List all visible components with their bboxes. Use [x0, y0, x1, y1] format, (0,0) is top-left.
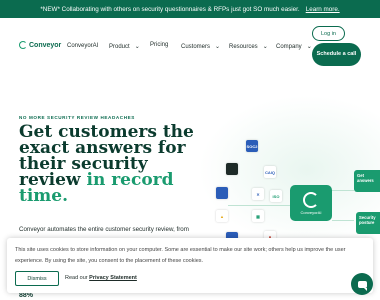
- iso-badge-icon: ISO: [270, 190, 282, 202]
- conveyor-star-icon: [303, 191, 319, 208]
- dismiss-button[interactable]: Dismiss: [15, 271, 59, 286]
- hero-subtext: Conveyor automates the entire customer s…: [19, 226, 189, 233]
- nav-item-company[interactable]: Company ⌄: [276, 43, 312, 51]
- nav-label: Resources: [229, 43, 258, 50]
- tile-label: SOC2: [246, 143, 258, 149]
- tile-label: ISO: [272, 193, 280, 199]
- drive-icon: ▲: [216, 210, 228, 222]
- nav-item-pricing[interactable]: Pricing: [150, 42, 168, 48]
- announcement-banner: *NEW* Collaborating with others on secur…: [0, 0, 380, 18]
- hero-headline: Get customers the exact answers for thei…: [19, 124, 199, 205]
- chevron-down-icon: ⌄: [134, 44, 140, 50]
- tile-label: CAIQ: [265, 169, 275, 175]
- schedule-call-button[interactable]: Schedule a call: [312, 43, 361, 66]
- card-label: Get answers: [357, 173, 374, 184]
- connector-line: [332, 220, 354, 221]
- nav-label: Pricing: [150, 42, 169, 48]
- conveyorai-hub: ConveyorAI: [290, 185, 332, 221]
- nav-label: Product: [109, 43, 130, 50]
- connector-line: [332, 190, 354, 191]
- chevron-down-icon: ⌄: [306, 44, 312, 50]
- nav-label: ConveyorAI: [67, 43, 99, 49]
- conveyor-logo[interactable]: Conveyor: [19, 41, 61, 49]
- sheets-icon: ▦: [252, 210, 264, 222]
- hero-stat: 88%: [19, 292, 34, 299]
- chevron-down-icon: ⌄: [262, 44, 268, 50]
- logo-icon: [19, 41, 27, 49]
- chat-icon: [357, 280, 367, 291]
- privacy-note: Read our Privacy Statement: [65, 275, 137, 281]
- login-button[interactable]: Log in: [312, 26, 345, 41]
- banner-text: *NEW* Collaborating with others on secur…: [40, 5, 300, 13]
- privacy-statement-link[interactable]: Privacy Statement: [89, 275, 137, 281]
- chevron-down-icon: ⌄: [215, 44, 221, 50]
- cookie-consent-banner: This site uses cookies to store informat…: [7, 238, 373, 293]
- hero-eyebrow: NO MORE SECURITY REVIEW HEADACHES: [19, 115, 135, 120]
- nav-label: Company: [276, 43, 302, 50]
- nav-item-product[interactable]: Product ⌄: [109, 43, 140, 51]
- nav-item-resources[interactable]: Resources ⌄: [229, 43, 268, 51]
- posture-card: Security posture: [356, 212, 380, 234]
- connector-app-icon: ✕: [252, 188, 264, 200]
- answer-card: Get answers: [354, 170, 380, 192]
- soc2-badge-icon: SOC2: [246, 140, 258, 152]
- nav-label: Customers: [181, 43, 211, 50]
- hub-label: ConveyorAI: [300, 209, 322, 215]
- nav-item-customers[interactable]: Customers ⌄: [181, 43, 221, 51]
- logo-text: Conveyor: [29, 41, 62, 49]
- zendesk-icon: [226, 163, 238, 175]
- card-label: Security posture: [359, 215, 376, 226]
- banner-learn-more-link[interactable]: Learn more.: [306, 6, 340, 13]
- triangle-app-icon: [216, 187, 228, 199]
- chat-widget-button[interactable]: [351, 273, 373, 295]
- privacy-prefix: Read our: [65, 275, 88, 281]
- connector-line: [228, 205, 290, 206]
- caiq-badge-icon: CAIQ: [264, 166, 276, 178]
- cookie-text: This site uses cookies to store informat…: [15, 247, 346, 264]
- nav-item-conveyorai[interactable]: ConveyorAI: [67, 43, 98, 49]
